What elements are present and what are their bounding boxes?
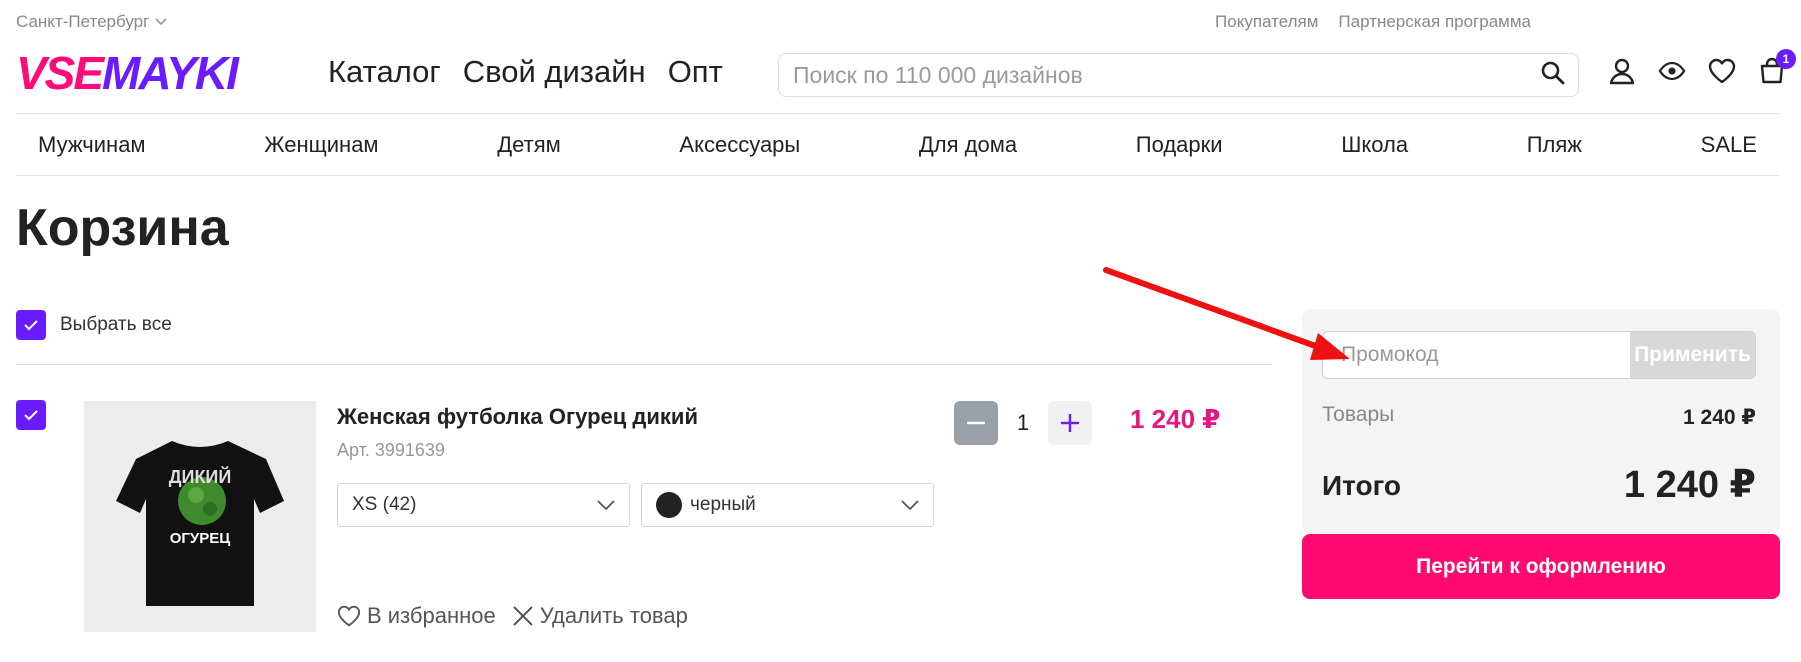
select-all-checkbox[interactable] <box>16 310 46 340</box>
search-icon[interactable] <box>1540 60 1566 91</box>
increase-quantity-button[interactable] <box>1048 401 1092 445</box>
select-all[interactable]: Выбрать все <box>16 310 172 340</box>
heart-icon <box>337 605 361 627</box>
bag-icon[interactable]: 1 <box>1758 49 1796 85</box>
category-beach[interactable]: Пляж <box>1527 132 1582 158</box>
delete-label: Удалить товар <box>539 603 688 628</box>
product-article: Арт. 3991639 <box>337 440 445 460</box>
promo-code-form: Применить <box>1322 331 1756 379</box>
quantity-stepper: 1 <box>954 401 1092 445</box>
category-kids[interactable]: Детям <box>497 132 561 158</box>
chevron-down-icon <box>155 18 167 26</box>
logo-part-mayki: MAYKI <box>102 47 239 99</box>
chevron-down-icon <box>901 500 919 510</box>
checkout-button[interactable]: Перейти к оформлению <box>1302 534 1780 599</box>
link-partner-program[interactable]: Партнерская программа <box>1338 12 1531 32</box>
annotation-arrow <box>1103 267 1350 360</box>
plus-icon <box>1061 414 1079 432</box>
color-value: черный <box>690 494 756 516</box>
goods-value: 1 240 ₽ <box>1683 406 1756 429</box>
city-selector[interactable]: Санкт-Петербург <box>16 12 167 32</box>
eye-icon[interactable] <box>1658 57 1686 85</box>
page-title: Корзина <box>16 199 229 257</box>
size-value: XS (42) <box>352 494 417 515</box>
divider <box>16 113 1779 114</box>
close-icon <box>513 606 533 626</box>
total-label: Итого <box>1322 470 1401 501</box>
city-label: Санкт-Петербург <box>16 12 150 31</box>
nav-own-design[interactable]: Свой дизайн <box>463 54 646 90</box>
total-value: 1 240 ₽ <box>1623 464 1756 506</box>
header-icons: 1 <box>1608 49 1796 85</box>
link-buyers[interactable]: Покупателям <box>1215 12 1318 32</box>
category-accessories[interactable]: Аксессуары <box>679 132 800 158</box>
search-input[interactable] <box>791 60 1540 90</box>
nav-wholesale[interactable]: Опт <box>668 54 723 90</box>
heart-icon[interactable] <box>1708 57 1736 85</box>
nav-catalog[interactable]: Каталог <box>328 54 441 90</box>
color-option: черный <box>656 492 756 518</box>
decrease-quantity-button[interactable] <box>954 401 998 445</box>
category-school[interactable]: Школа <box>1341 132 1408 158</box>
delete-item-button[interactable]: Удалить товар <box>512 603 688 629</box>
check-icon <box>24 320 38 331</box>
divider <box>16 364 1272 365</box>
product-image[interactable]: ДИКИЙ ОГУРЕЦ <box>84 401 316 632</box>
add-to-favorites-button[interactable]: В избранное <box>337 603 496 629</box>
color-select[interactable]: черный <box>641 483 934 527</box>
category-sale[interactable]: SALE <box>1701 132 1757 158</box>
category-gifts[interactable]: Подарки <box>1136 132 1223 158</box>
category-men[interactable]: Мужчинам <box>38 132 146 158</box>
category-nav: Мужчинам Женщинам Детям Аксессуары Для д… <box>16 132 1779 158</box>
divider <box>16 175 1779 176</box>
top-links: Покупателям Партнерская программа <box>1215 12 1531 32</box>
category-women[interactable]: Женщинам <box>264 132 378 158</box>
size-select[interactable]: XS (42) <box>337 483 630 527</box>
logo-part-vse: VSE <box>16 47 104 99</box>
user-icon[interactable] <box>1608 57 1636 85</box>
logo[interactable]: VSEMAYKI <box>16 47 239 99</box>
check-icon <box>24 410 38 421</box>
apply-promo-button[interactable]: Применить <box>1630 332 1755 378</box>
search-box <box>778 53 1579 97</box>
item-checkbox[interactable] <box>16 400 46 430</box>
print-text-2: ОГУРЕЦ <box>170 530 231 547</box>
favorites-label: В избранное <box>367 603 496 628</box>
quantity-value[interactable]: 1 <box>1004 410 1042 436</box>
goods-label: Товары <box>1322 403 1395 426</box>
color-swatch <box>656 492 682 518</box>
product-name[interactable]: Женская футболка Огурец дикий <box>337 404 698 430</box>
item-price: 1 240 ₽ <box>1130 404 1221 434</box>
main-nav: Каталог Свой дизайн Опт <box>328 54 723 90</box>
minus-icon <box>967 421 985 425</box>
category-home[interactable]: Для дома <box>919 132 1017 158</box>
item-actions: В избранное Удалить товар <box>337 603 688 629</box>
cart-count-badge: 1 <box>1776 49 1796 69</box>
select-all-label: Выбрать все <box>60 314 172 335</box>
print-text-1: ДИКИЙ <box>169 466 232 487</box>
chevron-down-icon <box>597 500 615 510</box>
